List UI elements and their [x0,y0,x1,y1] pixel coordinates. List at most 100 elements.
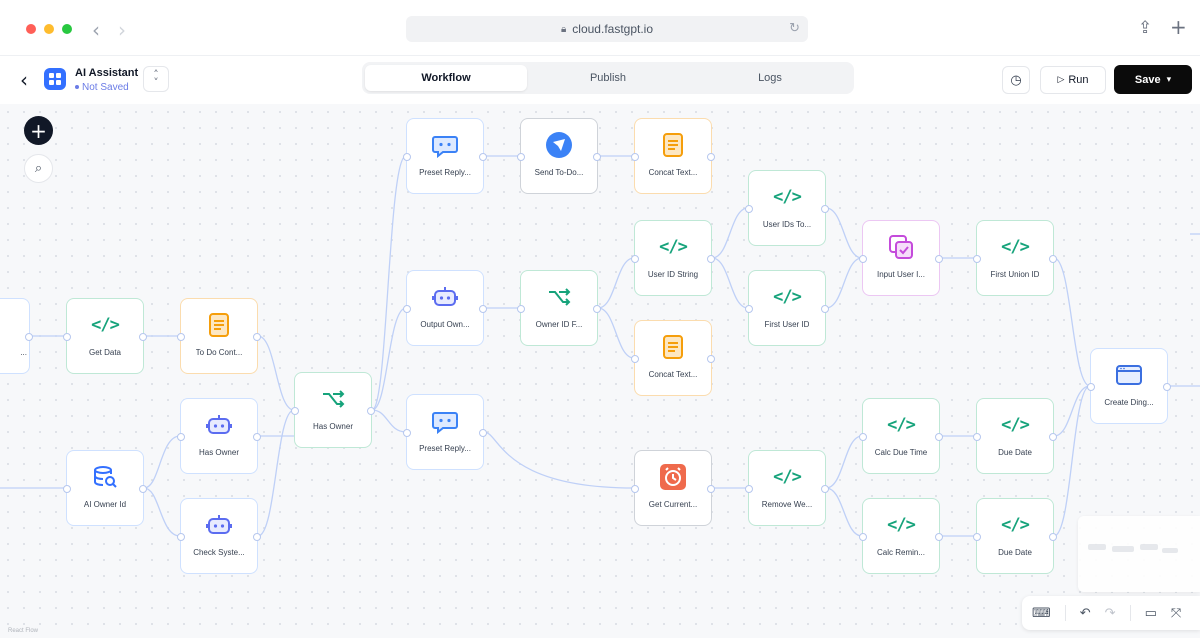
switch-app-button[interactable]: ˄ ˅ [143,66,169,92]
maximize-window-button[interactable] [62,24,72,34]
node-label: Due Date [998,448,1032,457]
workflow-node[interactable]: </> User IDs To... [745,170,829,246]
search-node-button[interactable]: ⌕ [24,154,53,183]
workflow-node[interactable]: Get Current... [631,450,715,526]
workflow-node[interactable]: Preset Reply... [403,118,487,194]
node-label: Preset Reply... [419,444,471,453]
tab-workflow[interactable]: Workflow [365,65,527,91]
save-button[interactable]: Save ▾ [1114,65,1192,94]
node-label: Calc Due Time [874,448,928,457]
workflow-node[interactable]: </> Remove We... [745,450,829,526]
search-icon: ⌕ [34,161,43,176]
run-button[interactable]: ▷ Run [1040,66,1106,94]
node-label: First User ID [764,320,810,329]
chat-bot-icon [431,407,459,435]
workflow-node[interactable]: Send To-Do... [517,118,601,194]
workflow-node[interactable]: To Do Cont... [177,298,261,374]
workflow-node[interactable]: </> Calc Remin... [859,498,943,574]
branch-icon [545,283,573,311]
text-doc-icon [659,131,687,159]
workflow-canvas[interactable]: + ⌕ ... </> Get Data AI Owner Id To Do C… [0,104,1200,638]
window-icon [1115,361,1143,389]
workflow-node[interactable]: Preset Reply... [403,394,487,470]
clock-icon: ◷ [1010,72,1022,88]
node-label: Check Syste... [193,548,245,557]
workflow-node[interactable]: Create Ding... [1087,348,1171,424]
new-tab-icon[interactable]: + [1170,15,1187,39]
send-icon [545,131,573,159]
add-node-button[interactable]: + [24,116,53,145]
code-icon: </> [1001,237,1030,257]
tab-logs[interactable]: Logs [689,65,851,91]
divider [1064,605,1066,621]
node-label: Create Ding... [1104,398,1154,407]
workflow-node[interactable]: ... [0,298,33,374]
minimap[interactable] [1078,516,1200,592]
share-icon[interactable]: ⇪ [1138,18,1152,38]
bot-icon [205,411,233,439]
tab-publish[interactable]: Publish [527,65,689,91]
workflow-node[interactable]: </> First Union ID [973,220,1057,296]
workflow-node[interactable]: Output Own... [403,270,487,346]
node-label: Owner ID F... [535,320,583,329]
workflow-node[interactable]: </> Get Data [63,298,147,374]
workflow-node[interactable]: </> Due Date [973,398,1057,474]
reload-icon[interactable]: ↻ [789,21,800,36]
save-status: Not Saved [75,82,129,93]
play-icon: ▷ [1057,75,1065,85]
workflow-node[interactable]: AI Owner Id [63,450,147,526]
workflow-node[interactable]: </> User ID String [631,220,715,296]
node-label: First Union ID [990,270,1040,279]
alarm-icon [659,463,687,491]
workflow-node[interactable]: Concat Text... [631,320,715,396]
monitor-icon[interactable]: ▭ [1145,606,1157,621]
close-window-button[interactable] [26,24,36,34]
database-search-icon [91,463,119,491]
node-label: User IDs To... [762,220,812,229]
app-logo-icon [44,68,66,90]
chevron-down-icon: ▾ [1166,74,1172,85]
history-button[interactable]: ◷ [1002,66,1030,94]
chevron-left-icon[interactable]: ‹ [92,18,100,42]
url-text: cloud.fastgpt.io [572,22,654,36]
run-label: Run [1068,74,1089,86]
app-name: AI Assistant [75,67,139,79]
workflow-node[interactable]: </> Due Date [973,498,1057,574]
workflow-node[interactable]: Has Owner [177,398,261,474]
branch-icon [319,385,347,413]
workflow-node[interactable]: Input User I... [859,220,943,296]
node-label: Remove We... [761,500,813,509]
partial-node-icon [0,311,5,339]
minimize-window-button[interactable] [44,24,54,34]
node-label: ... [20,348,27,357]
node-label: Due Date [998,548,1032,557]
node-label: Send To-Do... [534,168,584,177]
node-label: Has Owner [198,448,239,457]
node-label: Preset Reply... [419,168,471,177]
workflow-node[interactable]: Check Syste... [177,498,261,574]
redo-icon[interactable]: ↷ [1105,606,1116,621]
workflow-node[interactable]: </> First User ID [745,270,829,346]
node-label: Output Own... [420,320,470,329]
undo-icon[interactable]: ↶ [1080,606,1091,621]
workflow-node[interactable]: Has Owner [291,372,375,448]
node-label: Has Owner [312,422,353,431]
chevron-right-icon[interactable]: › [118,18,126,42]
code-icon: </> [773,287,802,307]
workflow-node[interactable]: Owner ID F... [517,270,601,346]
workflow-node[interactable]: </> Calc Due Time [859,398,943,474]
fit-view-icon[interactable]: ⤧ [1171,606,1181,621]
mouse-mode-icon[interactable]: ⌨︎ [1032,606,1051,621]
bot-icon [431,283,459,311]
back-icon[interactable]: ‹ [20,68,28,92]
node-label: User ID String [647,270,699,279]
code-icon: </> [887,415,916,435]
node-label: To Do Cont... [195,348,243,357]
node-label: AI Owner Id [83,500,127,509]
divider [1129,605,1131,621]
workflow-node[interactable]: Concat Text... [631,118,715,194]
code-icon: </> [659,237,688,257]
browser-toolbar: ‹ › 🔒︎ cloud.fastgpt.io ↻ ⇪ + [0,0,1200,56]
address-bar[interactable]: 🔒︎ cloud.fastgpt.io ↻ [406,16,808,42]
node-label: Concat Text... [648,370,698,379]
